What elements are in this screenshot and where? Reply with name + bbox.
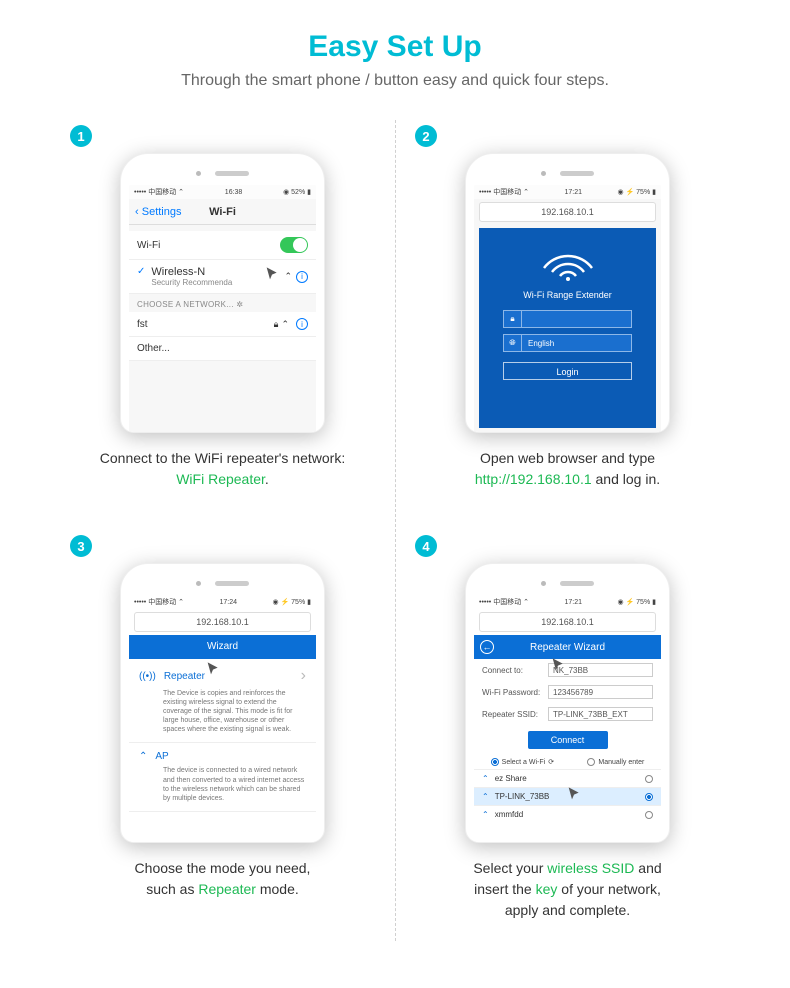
info-icon[interactable]: i: [296, 318, 308, 330]
globe-icon: 🌐︎: [504, 335, 522, 351]
wifi-toggle-row[interactable]: Wi-Fi: [129, 231, 316, 260]
login-panel: Wi-Fi Range Extender 🔒︎ 🌐︎English Login: [479, 228, 656, 428]
status-bar: ••••• 中国移动 ⌃ 17:21 ◉ ⚡ 75% ▮: [474, 595, 661, 609]
wifi-toggle-icon[interactable]: [280, 237, 308, 253]
mode-ap[interactable]: ⌃ AP The device is connected to a wired …: [129, 743, 316, 811]
ssid-label: Repeater SSID:: [482, 710, 548, 719]
step-badge-4: 4: [415, 535, 437, 557]
step4-caption: Select your wireless SSID and insert the…: [415, 858, 720, 921]
wifi-icon: ⌃: [281, 319, 289, 330]
info-icon[interactable]: i: [296, 271, 308, 283]
repeater-icon: ((•)): [139, 671, 156, 682]
wifi-list-item[interactable]: ⌃xmmfdd: [474, 805, 661, 823]
page-title: Easy Set Up: [0, 30, 790, 64]
wifi-icon: ⌃: [482, 792, 489, 801]
phone-mock-3: ••••• 中国移动 ⌃ 17:24 ◉ ⚡ 75% ▮ 192.168.10.…: [120, 563, 325, 843]
wifi-icon: ⌃: [284, 271, 292, 282]
radio-on-icon: [491, 758, 499, 766]
step1-caption: Connect to the WiFi repeater's network: …: [70, 448, 375, 490]
phone-mock-1: ••••• 中国移动 ⌃ 16:38 ◉ 52% ▮ ‹ Settings Wi…: [120, 153, 325, 433]
page-subtitle: Through the smart phone / button easy an…: [0, 72, 790, 90]
status-bar: ••••• 中国移动 ⌃ 16:38 ◉ 52% ▮: [129, 185, 316, 199]
nav-title: Wi-Fi: [209, 206, 236, 218]
repeater-wizard-header: ← Repeater Wizard: [474, 635, 661, 659]
wifi-icon: ⌃: [482, 810, 489, 819]
step2-caption: Open web browser and type http://192.168…: [415, 448, 720, 490]
ap-icon: ⌃: [139, 751, 147, 762]
wifi-network-selected[interactable]: ✓ Wireless-N Security Recommenda ⌃ i: [129, 260, 316, 294]
cursor-icon: [566, 786, 582, 802]
check-icon: ✓: [137, 266, 145, 277]
step3-caption: Choose the mode you need, such as Repeat…: [70, 858, 375, 900]
lock-icon: 🔒︎: [504, 311, 522, 327]
address-bar[interactable]: 192.168.10.1: [479, 202, 656, 222]
radio-off-icon: [587, 758, 595, 766]
radio-off-icon: [645, 811, 653, 819]
wifi-icon: [538, 242, 598, 282]
wifi-list-item[interactable]: ⌃ez Share: [474, 769, 661, 787]
chevron-right-icon: ›: [301, 667, 306, 685]
address-bar[interactable]: 192.168.10.1: [479, 612, 656, 632]
language-select[interactable]: 🌐︎English: [503, 334, 632, 352]
cursor-icon: [550, 657, 566, 673]
cursor-icon: [205, 661, 221, 677]
wifi-network-item[interactable]: fst 🔒︎ ⌃ i: [129, 312, 316, 337]
spinner-icon: ✲: [236, 300, 243, 309]
step-badge-2: 2: [415, 125, 437, 147]
choose-network-label: CHOOSE A NETWORK... ✲: [129, 294, 316, 312]
connect-button[interactable]: Connect: [528, 731, 608, 749]
lock-icon: 🔒︎: [274, 319, 279, 330]
select-wifi-tab[interactable]: Select a Wi-Fi ⟳: [491, 758, 554, 766]
connect-to-label: Connect to:: [482, 666, 548, 675]
password-label: Wi-Fi Password:: [482, 688, 548, 697]
manual-tab[interactable]: Manually enter: [587, 758, 644, 766]
radio-off-icon: [645, 775, 653, 783]
password-input[interactable]: 123456789: [548, 685, 653, 699]
phone-mock-2: ••••• 中国移动 ⌃ 17:21 ◉ ⚡ 75% ▮ 192.168.10.…: [465, 153, 670, 433]
radio-on-icon: [645, 793, 653, 801]
refresh-icon[interactable]: ⟳: [548, 758, 554, 766]
address-bar[interactable]: 192.168.10.1: [134, 612, 311, 632]
other-network-row[interactable]: Other...: [129, 337, 316, 361]
password-field[interactable]: 🔒︎: [503, 310, 632, 328]
step-badge-3: 3: [70, 535, 92, 557]
mode-repeater[interactable]: ((•)) Repeater › The Device is copies an…: [129, 659, 316, 743]
wifi-list-item-selected[interactable]: ⌃TP-LINK_73BB: [474, 787, 661, 805]
nav-back-button[interactable]: ‹ Settings: [135, 206, 181, 218]
ssid-input[interactable]: TP-LINK_73BB_EXT: [548, 707, 653, 721]
cursor-icon: [264, 266, 280, 282]
back-icon[interactable]: ←: [480, 640, 494, 654]
wizard-header: Wizard: [129, 635, 316, 659]
status-bar: ••••• 中国移动 ⌃ 17:21 ◉ ⚡ 75% ▮: [474, 185, 661, 199]
status-bar: ••••• 中国移动 ⌃ 17:24 ◉ ⚡ 75% ▮: [129, 595, 316, 609]
step-badge-1: 1: [70, 125, 92, 147]
panel-title: Wi-Fi Range Extender: [479, 290, 656, 300]
login-button[interactable]: Login: [503, 362, 632, 380]
wifi-icon: ⌃: [482, 774, 489, 783]
phone-mock-4: ••••• 中国移动 ⌃ 17:21 ◉ ⚡ 75% ▮ 192.168.10.…: [465, 563, 670, 843]
